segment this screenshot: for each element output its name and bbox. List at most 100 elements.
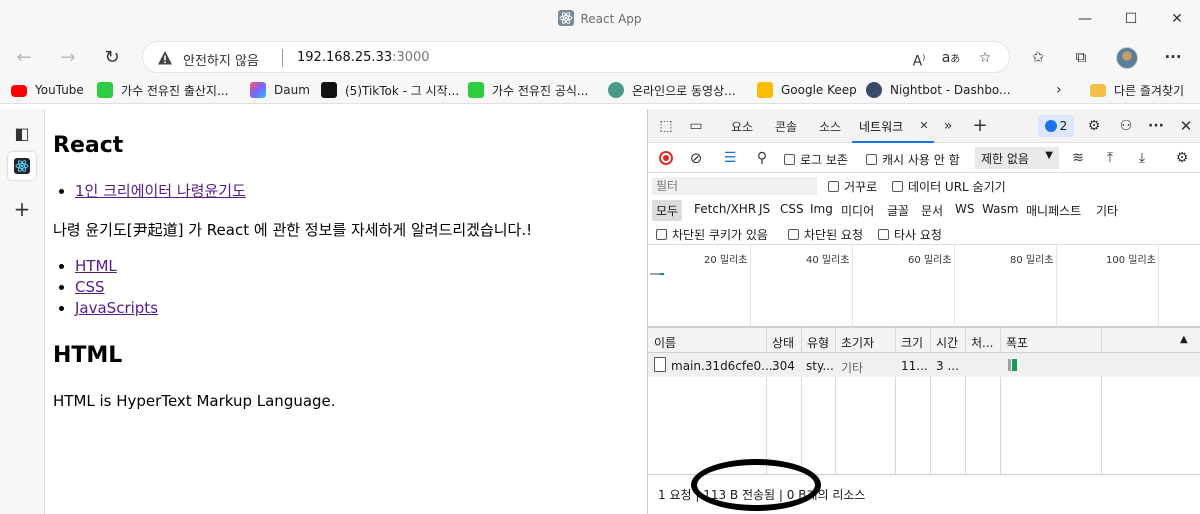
type-filter-manifest[interactable]: 매니페스트 <box>1022 200 1085 221</box>
column-size[interactable]: 크기 <box>901 334 923 351</box>
sort-up-icon[interactable]: ▲ <box>1180 334 1188 345</box>
translate-icon[interactable]: aあ <box>941 48 961 68</box>
hand-drawn-circle-annotation <box>691 459 821 511</box>
bookmark-tiktok[interactable]: (5)TikTok - 그 시작... <box>321 81 459 99</box>
column-priority[interactable]: 처... <box>971 334 993 351</box>
bookmarks-overflow-chevron-icon[interactable]: › <box>1056 81 1062 99</box>
type-filter-js[interactable]: JS <box>755 200 774 218</box>
type-filter-font[interactable]: 글꼴 <box>883 200 913 221</box>
back-button[interactable]: ← <box>8 42 40 72</box>
add-tool-plus-icon[interactable]: + <box>970 116 990 136</box>
creator-link[interactable]: 1인 크리에이터 나령윤기도 <box>75 182 246 200</box>
network-overview-timeline[interactable]: 20 밀리초 40 밀리초 60 밀리초 80 밀리초 100 밀리초 <box>648 245 1200 327</box>
timeline-label: 40 밀리초 <box>806 255 850 266</box>
security-warning-text[interactable]: 안전하지 않음 <box>183 50 259 69</box>
search-icon[interactable]: ⚲ <box>752 148 772 168</box>
more-options-icon[interactable]: ··· <box>1146 116 1166 136</box>
react-tab[interactable] <box>8 152 36 180</box>
network-settings-gear-icon[interactable]: ⚙ <box>1172 148 1192 168</box>
table-row[interactable]: main.31d6cfe0.... 304 sty... 기타 11... 3 … <box>648 353 1200 377</box>
maximize-button[interactable]: ☐ <box>1108 0 1154 38</box>
url-host: 192.168.25.33 <box>297 50 393 65</box>
hide-data-urls-checkbox[interactable]: 데이터 URL 숨기기 <box>892 178 1006 195</box>
cell-time: 3 ... <box>936 359 959 373</box>
request-table-header: 이름 상태 유형 초기자 크기 시간 처... 폭포 ▲ <box>648 327 1200 353</box>
new-tab-plus-icon[interactable]: + <box>8 195 36 223</box>
customize-icon[interactable]: ⚇ <box>1116 116 1136 136</box>
more-tabs-icon[interactable]: » <box>938 116 958 136</box>
column-divider <box>895 327 896 474</box>
more-menu-icon[interactable]: ··· <box>1162 46 1184 68</box>
read-aloud-icon[interactable]: A) <box>909 48 929 70</box>
javascript-link[interactable]: JavaScripts <box>75 299 158 317</box>
invert-checkbox[interactable]: 거꾸로 <box>828 178 877 195</box>
settings-gear-icon[interactable]: ⚙ <box>1084 116 1104 136</box>
type-filter-ws[interactable]: WS <box>951 200 978 218</box>
other-favorites-folder[interactable]: 다른 즐겨찾기 <box>1090 81 1184 99</box>
preserve-log-checkbox[interactable]: 로그 보존 <box>784 151 848 168</box>
tab-console[interactable]: 콘솔 <box>775 118 797 135</box>
favorites-icon[interactable]: ✩ <box>1027 46 1049 68</box>
tab-elements[interactable]: 요소 <box>731 118 753 135</box>
css-link[interactable]: CSS <box>75 278 105 296</box>
tiktok-icon <box>321 82 337 98</box>
minimize-button[interactable]: — <box>1062 0 1108 38</box>
type-filter-all[interactable]: 모두 <box>652 200 683 221</box>
tab-network[interactable]: 네트워크 <box>859 118 903 135</box>
type-filter-doc[interactable]: 문서 <box>917 200 947 221</box>
bookmark-google-keep[interactable]: Google Keep <box>757 81 857 99</box>
column-type[interactable]: 유형 <box>807 334 829 351</box>
inspect-element-icon[interactable]: ⬚ <box>656 116 676 136</box>
type-filter-css[interactable]: CSS <box>776 200 808 218</box>
disable-cache-checkbox[interactable]: 캐시 사용 안 함 <box>866 151 960 168</box>
timeline-request-bar <box>660 273 664 275</box>
throttling-value: 제한 없음 <box>981 151 1029 166</box>
refresh-button[interactable]: ↻ <box>96 42 128 72</box>
html-link[interactable]: HTML <box>75 257 117 275</box>
tab-sources[interactable]: 소스 <box>819 118 841 135</box>
export-har-icon[interactable]: ⤓ <box>1132 148 1152 168</box>
bookmark-youtube[interactable]: YouTube <box>11 81 84 99</box>
collections-icon[interactable]: ⧉ <box>1070 46 1092 68</box>
bookmark-nightbot[interactable]: Nightbot - Dashbo... <box>866 81 1011 99</box>
device-emulation-icon[interactable]: ▭ <box>686 116 706 136</box>
close-devtools-icon[interactable]: ✕ <box>1176 116 1196 136</box>
add-favorite-icon[interactable]: ☆ <box>975 48 995 68</box>
column-waterfall[interactable]: 폭포 <box>1006 334 1028 351</box>
column-name[interactable]: 이름 <box>654 334 676 351</box>
network-conditions-icon[interactable]: ≋ <box>1068 148 1088 168</box>
bookmark-item[interactable]: 가수 전유진 공식... <box>468 81 588 99</box>
bookmark-item[interactable]: 가수 전유진 출산지... <box>97 81 228 99</box>
clear-icon[interactable]: ⊘ <box>686 148 706 168</box>
type-filter-img[interactable]: Img <box>806 200 837 218</box>
address-bar[interactable]: 안전하지 않음 192.168.25.33:3000 A) aあ ☆ <box>142 41 1010 73</box>
issues-badge[interactable]: 2 <box>1038 115 1074 137</box>
column-time[interactable]: 시간 <box>936 334 958 351</box>
devtools-tab-bar: ⬚ ▭ 요소 콘솔 소스 네트워크 ✕ » + 2 ⚙ ⚇ ··· ✕ <box>648 109 1200 143</box>
list-item: JavaScripts <box>75 298 158 319</box>
type-filter-fetch-xhr[interactable]: Fetch/XHR <box>690 200 760 218</box>
close-tab-icon[interactable]: ✕ <box>914 116 934 136</box>
bookmark-item[interactable]: 온라인으로 동영상... <box>608 81 736 99</box>
third-party-checkbox[interactable]: 타사 요청 <box>878 226 942 243</box>
filter-input[interactable]: 필터 <box>652 177 817 195</box>
column-initiator[interactable]: 초기자 <box>841 334 874 351</box>
tab-actions-icon[interactable]: ◧ <box>8 119 36 147</box>
type-filter-media[interactable]: 미디어 <box>837 200 878 221</box>
column-status[interactable]: 상태 <box>772 334 794 351</box>
forward-button[interactable]: → <box>52 42 84 72</box>
warning-icon[interactable] <box>157 50 173 66</box>
filter-funnel-icon[interactable]: ☰ <box>720 148 740 168</box>
blocked-cookies-checkbox[interactable]: 차단된 쿠키가 있음 <box>656 226 768 243</box>
checkbox-box <box>828 181 839 192</box>
url-text[interactable]: 192.168.25.33:3000 <box>297 50 430 65</box>
import-har-icon[interactable]: ⤒ <box>1100 148 1120 168</box>
type-filter-wasm[interactable]: Wasm <box>978 200 1022 218</box>
record-stop-icon[interactable] <box>656 148 676 168</box>
close-window-button[interactable]: ✕ <box>1154 0 1200 38</box>
profile-avatar[interactable] <box>1116 47 1138 69</box>
bookmark-daum[interactable]: Daum <box>250 81 310 99</box>
blocked-requests-checkbox[interactable]: 차단된 요청 <box>788 226 863 243</box>
type-filter-other[interactable]: 기타 <box>1092 200 1122 221</box>
throttling-select[interactable]: 제한 없음 ▼ <box>975 147 1059 169</box>
